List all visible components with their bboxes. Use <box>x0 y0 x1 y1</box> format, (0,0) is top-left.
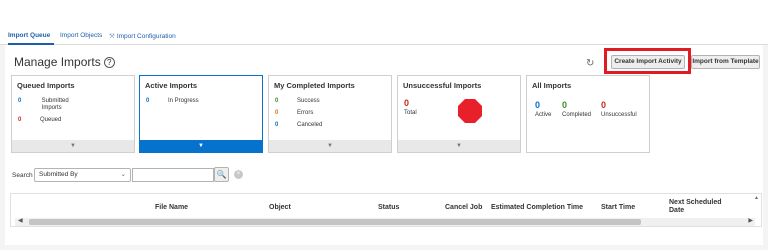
count: 0 <box>535 100 541 110</box>
all-active-count: 0 <box>535 100 540 110</box>
count: 0 <box>18 117 22 123</box>
help-icon[interactable]: ? <box>103 57 115 68</box>
label: In Progress <box>168 98 199 104</box>
unsuccessful-count: 0 <box>404 98 409 108</box>
queued-submitted-row: 0 Submitted Imports <box>18 98 69 112</box>
label: Canceled <box>297 122 323 128</box>
column-header-next-scheduled-date[interactable]: Next Scheduled Date <box>669 199 722 215</box>
imports-table: File Name Object Status Cancel Job Estim… <box>10 193 762 227</box>
unsuccessful-total-label: Total <box>404 110 417 116</box>
manage-imports-panel: Manage Imports? ↻ Create Import Activity… <box>5 45 763 245</box>
count: 0 <box>275 98 279 104</box>
scrollbar-thumb[interactable] <box>29 219 641 225</box>
search-input[interactable] <box>132 168 214 182</box>
count: 0 <box>275 110 279 116</box>
chevron-down-icon[interactable]: ▼ <box>140 140 262 152</box>
clear-icon[interactable]: × <box>234 170 243 179</box>
import-from-template-button[interactable]: Import from Template <box>691 55 760 69</box>
tab-bar: Import Queue Import Objects ⚒ Import Conf… <box>0 28 768 45</box>
card-title: My Completed Imports <box>274 81 355 90</box>
card-all-imports[interactable]: All Imports 0 Active 0 Completed 0 Unsuc… <box>526 75 650 153</box>
scroll-left-icon[interactable]: ◀ <box>18 217 23 224</box>
chevron-down-icon[interactable]: ▼ <box>398 140 520 152</box>
label: Queued <box>40 117 62 123</box>
top-bar <box>0 0 768 28</box>
card-unsuccessful-imports[interactable]: Unsuccessful Imports 0 Total ▼ <box>397 75 521 153</box>
vertical-scroll-up-icon[interactable]: ▲ <box>754 195 759 201</box>
header-line: Next Scheduled <box>669 199 722 206</box>
card-title: All Imports <box>532 81 572 90</box>
label: Errors <box>297 110 314 116</box>
completed-errors-row: 0 Errors <box>275 110 313 116</box>
card-title: Active Imports <box>145 81 198 90</box>
label: Submitted <box>41 98 69 104</box>
card-completed-imports[interactable]: My Completed Imports 0 Success 0 Errors 0 C… <box>268 75 392 153</box>
column-header-start-time[interactable]: Start Time <box>601 204 635 211</box>
tab-import-queue[interactable]: Import Queue <box>8 32 50 39</box>
count: 0 <box>601 100 607 110</box>
search-by-value: Submitted By <box>39 171 78 178</box>
count: 0 <box>146 98 150 104</box>
chevron-down-icon[interactable]: ▼ <box>269 140 391 152</box>
queued-queued-row: 0 Queued <box>18 117 61 123</box>
count: 0 <box>18 98 22 104</box>
column-header-object[interactable]: Object <box>269 204 291 211</box>
refresh-icon[interactable]: ↻ <box>586 58 594 69</box>
column-header-status[interactable]: Status <box>378 204 399 211</box>
chevron-down-icon: ⌄ <box>120 171 126 178</box>
column-header-cancel-job[interactable]: Cancel Job <box>445 204 482 211</box>
active-inprogress-row: 0 In Progress <box>146 98 199 104</box>
all-unsuccessful-count: 0 <box>601 100 606 110</box>
header-line: Date <box>669 207 685 214</box>
highlight-box <box>604 48 691 74</box>
completed-canceled-row: 0 Canceled <box>275 122 322 128</box>
column-header-file-name[interactable]: File Name <box>155 204 188 211</box>
completed-success-row: 0 Success <box>275 98 320 104</box>
tab-import-configuration[interactable]: ⚒ Import Configuration <box>109 32 176 40</box>
all-completed-count: 0 <box>562 100 567 110</box>
scroll-right-icon[interactable]: ▶ <box>748 217 753 224</box>
page-title: Manage Imports? <box>14 55 115 69</box>
tab-import-configuration-label: Import Configuration <box>116 33 176 40</box>
wrench-icon: ⚒ <box>109 33 115 40</box>
all-active-label: Active <box>535 112 552 118</box>
search-by-select[interactable]: Submitted By ⌄ <box>34 168 131 182</box>
stop-icon <box>458 99 482 123</box>
horizontal-scrollbar[interactable]: ◀ ▶ <box>15 218 755 226</box>
count: 0 <box>404 98 410 108</box>
label: Success <box>297 98 320 104</box>
card-queued-imports[interactable]: Queued Imports 0 Submitted Imports 0 Queue… <box>11 75 135 153</box>
chevron-down-icon[interactable]: ▼ <box>12 140 134 152</box>
tab-import-objects[interactable]: Import Objects <box>60 32 102 39</box>
card-title: Unsuccessful Imports <box>403 81 482 90</box>
column-header-estimated-completion-time[interactable]: Estimated Completion Time <box>491 204 583 211</box>
all-completed-label: Completed <box>562 112 592 118</box>
card-active-imports[interactable]: Active Imports 0 In Progress ▼ <box>139 75 263 153</box>
count: 0 <box>562 100 568 110</box>
count: 0 <box>275 122 279 128</box>
card-title: Queued Imports <box>17 81 75 90</box>
label: Imports <box>41 105 62 111</box>
all-unsuccessful-label: Unsuccessful <box>601 112 637 118</box>
search-label: Search <box>12 172 33 179</box>
search-icon[interactable]: 🔍 <box>214 167 229 182</box>
page-title-text: Manage Imports <box>14 55 101 69</box>
